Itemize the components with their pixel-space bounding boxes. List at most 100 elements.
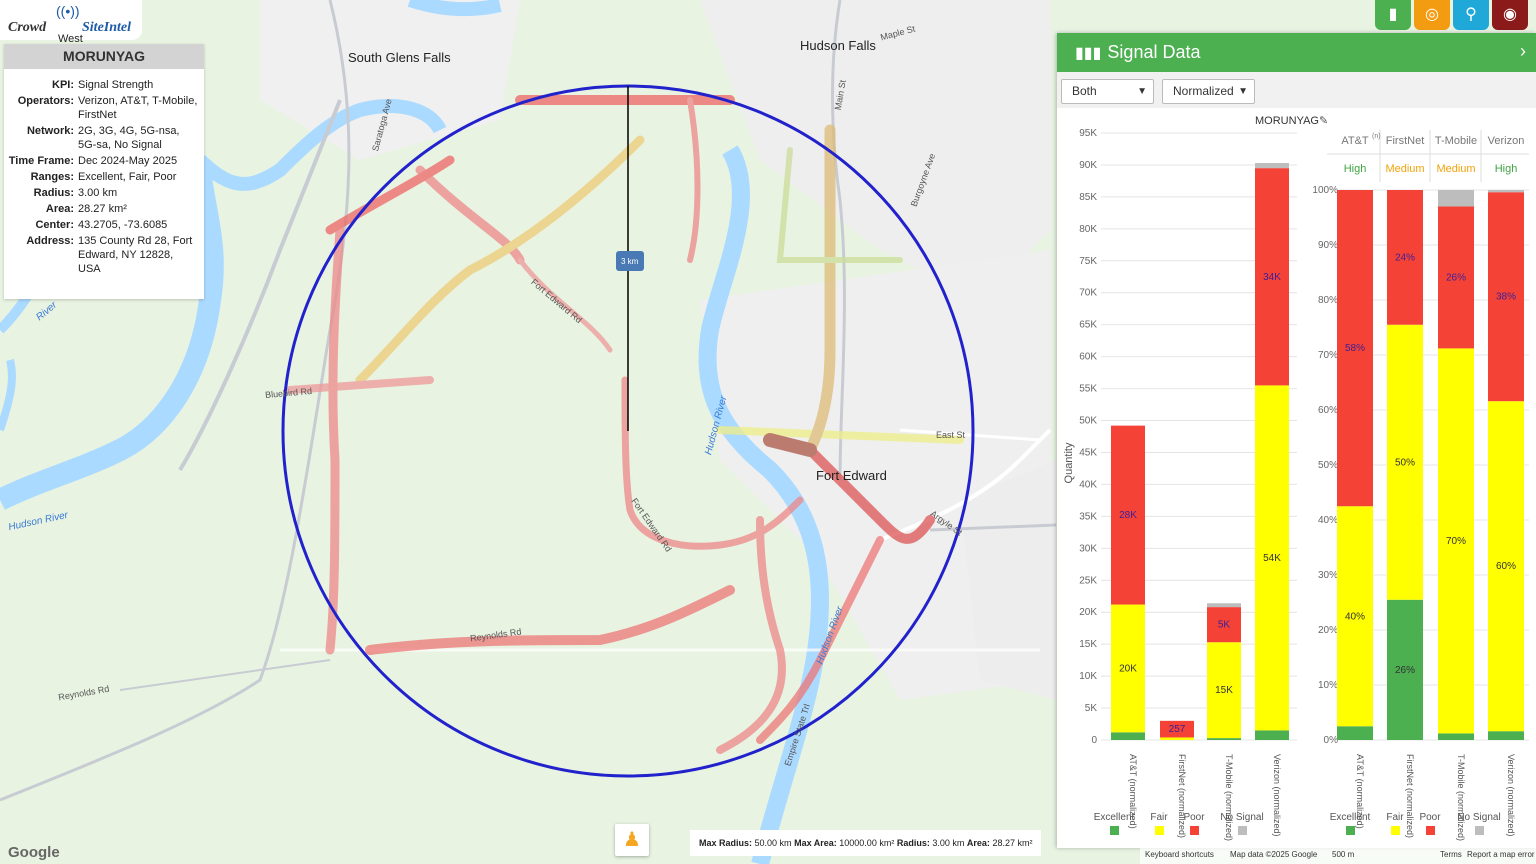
data-label: 15K xyxy=(1215,685,1233,696)
mode-select[interactable]: Normalized ▼ xyxy=(1162,79,1255,104)
signal-panel-title: Signal Data xyxy=(1107,42,1201,62)
chart-controls: Both ▼ Normalized ▼ xyxy=(1057,72,1536,108)
y-tick-label: 5K xyxy=(1085,703,1098,714)
site-info-table: KPI: Signal Strength Operators: Verizon, AT… xyxy=(4,77,200,277)
map-label-south-glens-falls: South Glens Falls xyxy=(348,50,451,65)
bar-segment xyxy=(1438,733,1474,740)
y-tick-label: 50% xyxy=(1318,460,1338,471)
data-label: 54K xyxy=(1263,553,1281,564)
legend-swatch xyxy=(1110,826,1119,835)
bar-segment xyxy=(1337,726,1373,740)
data-label: 26% xyxy=(1395,665,1415,676)
mode-select-value: Normalized xyxy=(1173,84,1234,98)
keyboard-shortcuts-link[interactable]: Keyboard shortcuts xyxy=(1145,850,1214,859)
globe-icon: ◉ xyxy=(1503,6,1517,23)
legend-label: Poor xyxy=(1419,812,1441,823)
y-tick-label: 60% xyxy=(1318,405,1338,416)
pencil-icon: ✎ xyxy=(1319,115,1328,127)
legend-swatch xyxy=(1426,826,1435,835)
bar-chart-icon: ▮▮▮ xyxy=(1075,44,1102,62)
scale-text: 500 m xyxy=(1332,850,1355,859)
info-key: Time Frame: xyxy=(8,155,74,167)
report-error-link[interactable]: Report a map error xyxy=(1467,850,1535,859)
y-tick-label: 30K xyxy=(1079,543,1097,554)
target-icon: ◎ xyxy=(1425,6,1439,23)
location-button[interactable]: ⚲ xyxy=(1453,0,1489,30)
y-tick-label: 60K xyxy=(1079,352,1097,363)
bar-segment xyxy=(1255,163,1289,169)
y-tick-label: 0 xyxy=(1091,735,1097,746)
globe-button[interactable]: ◉ xyxy=(1492,0,1528,30)
chart-title: MORUNYAG xyxy=(1255,115,1319,127)
x-category-label: FirstNet (normalized) xyxy=(1177,754,1187,838)
info-key: Center: xyxy=(35,219,74,231)
legend-swatch xyxy=(1475,826,1484,835)
y-tick-label: 65K xyxy=(1079,320,1097,331)
rating-label: Medium xyxy=(1385,163,1424,175)
y-tick-label: 70K xyxy=(1079,288,1097,299)
bar-segment xyxy=(1438,190,1474,207)
y-tick-label: 80% xyxy=(1318,295,1338,306)
legend-label: Poor xyxy=(1183,812,1205,823)
y-tick-label: 20% xyxy=(1318,625,1338,636)
terms-link[interactable]: Terms xyxy=(1440,850,1462,859)
y-tick-label: 80K xyxy=(1079,224,1097,235)
data-label: 60% xyxy=(1496,561,1516,572)
chevron-right-icon[interactable]: › xyxy=(1520,41,1526,62)
y-tick-label: 85K xyxy=(1079,192,1097,203)
info-key: KPI: xyxy=(52,79,74,91)
data-label: 70% xyxy=(1446,536,1466,547)
info-value: 43.2705, -73.6085 xyxy=(78,219,168,231)
y-tick-label: 100% xyxy=(1312,185,1338,196)
area-value: 28.27 km² xyxy=(992,838,1033,848)
y-tick-label: 55K xyxy=(1079,384,1097,395)
x-category-label: T-Mobile (normalized) xyxy=(1224,754,1234,841)
bar-segment xyxy=(1207,738,1241,740)
site-title: MORUNYAG xyxy=(4,44,204,69)
info-value: 2G, 3G, 4G, 5G-nsa, 5G-sa, No Signal xyxy=(78,125,180,151)
signal-data-button[interactable]: ▮ xyxy=(1375,0,1411,30)
legend-swatch xyxy=(1346,826,1355,835)
info-key: Network: xyxy=(26,125,74,137)
signal-icon: ((•)) xyxy=(56,3,80,19)
y-tick-label: 75K xyxy=(1079,256,1097,267)
info-row: Address: 135 County Rd 28, Fort Edward, N… xyxy=(4,233,200,277)
radius-value: 3.00 km xyxy=(932,838,965,848)
data-label: 26% xyxy=(1446,272,1466,283)
data-label: 58% xyxy=(1345,343,1365,354)
info-value: Signal Strength xyxy=(78,79,154,91)
info-value: 28.27 km² xyxy=(78,203,127,215)
network-select[interactable]: Both ▼ xyxy=(1061,79,1154,104)
signal-chart: MORUNYAG ✎ Quantity 0 5K 10K 15K 20K 25K 30K 35K 40… xyxy=(1063,115,1529,841)
column-header: AT&T xyxy=(1341,135,1369,147)
legend-swatch xyxy=(1155,826,1164,835)
column-header: FirstNet xyxy=(1386,135,1425,147)
y-tick-label: 40% xyxy=(1318,515,1338,526)
y-axis-label: Quantity xyxy=(1063,442,1075,483)
column-header: Verizon xyxy=(1488,135,1525,147)
y-tick-label: 0% xyxy=(1324,735,1339,746)
legend-label: Fair xyxy=(1386,812,1404,823)
logo-word-siteintel: SiteIntel xyxy=(82,20,132,35)
target-button[interactable]: ◎ xyxy=(1414,0,1450,30)
info-value: 135 County Rd 28, Fort Edward, NY 12828,… xyxy=(78,235,193,275)
info-row: Radius: 3.00 km xyxy=(4,185,200,201)
map-scale-label: 3 km xyxy=(621,257,639,266)
chevron-down-icon: ▼ xyxy=(1137,86,1147,97)
legend-label: Fair xyxy=(1150,812,1168,823)
legend-label: Excellent xyxy=(1330,812,1371,823)
y-tick-label: 10K xyxy=(1079,671,1097,682)
data-label: 38% xyxy=(1496,292,1516,303)
y-tick-label: 10% xyxy=(1318,680,1338,691)
y-tick-label: 90% xyxy=(1318,240,1338,251)
y-tick-label: 90K xyxy=(1079,160,1097,171)
data-label: 40% xyxy=(1345,611,1365,622)
bar-segment xyxy=(1488,731,1524,740)
info-row: Time Frame: Dec 2024-May 2025 xyxy=(4,153,200,169)
radius-label: Radius: xyxy=(896,838,930,848)
street-view-pegman-icon[interactable]: ♟ xyxy=(615,824,649,856)
bar-segment xyxy=(1160,737,1194,740)
bar-segment xyxy=(1255,730,1289,740)
y-tick-label: 45K xyxy=(1079,447,1097,458)
data-label: 34K xyxy=(1263,272,1281,283)
